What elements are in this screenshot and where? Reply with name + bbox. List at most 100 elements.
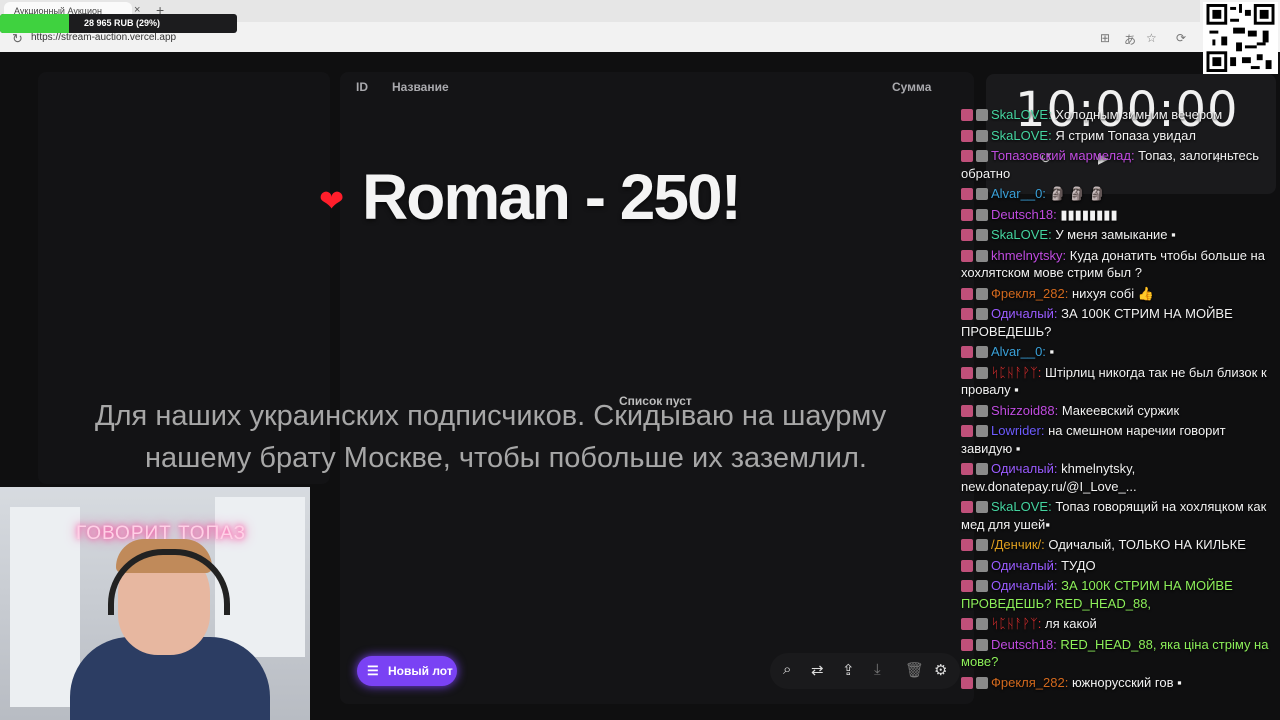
chat-badge-icon — [976, 539, 988, 551]
chat-username[interactable]: Фрекля_282: — [991, 286, 1072, 301]
chat-username[interactable]: ᛋᛈᚺᚨᚹᛉ: — [991, 365, 1045, 380]
chat-badge-icon — [961, 208, 973, 221]
chat-badge-icon — [961, 109, 973, 121]
chat-badge-icon — [961, 129, 973, 142]
chat-username[interactable]: Alvar__0: — [991, 186, 1050, 201]
chat-badge-icon — [976, 676, 988, 689]
chat-badge-icon — [976, 638, 988, 651]
chat-message: ᛋᛈᚺᚨᚹᛉ: Штірлиц никогда так не был близо… — [961, 364, 1273, 399]
chat-username[interactable]: Lowrider: — [991, 423, 1048, 438]
chat-text: ТУДО — [1061, 557, 1096, 573]
sync-icon[interactable]: ⟳ — [1176, 31, 1186, 45]
chat-text: южнорусский гов ▪ — [1071, 674, 1182, 690]
chat-badge-icon — [976, 559, 988, 572]
chat-message: ᛋᛈᚺᚨᚹᛉ: ля какой — [961, 615, 1273, 633]
chat-username[interactable]: SkaLOVE: — [991, 499, 1055, 514]
grid-icon[interactable]: ⊞ — [1100, 31, 1110, 45]
chat-username[interactable]: Одичалый: — [991, 578, 1061, 593]
column-header-sum[interactable]: Сумма — [892, 80, 931, 94]
column-header-id[interactable]: ID — [356, 80, 368, 94]
chat-username[interactable]: Одичалый: — [991, 558, 1061, 573]
chat-badge-icon — [961, 463, 973, 475]
chat-username[interactable]: /Денчик/: — [991, 537, 1048, 552]
chat-message: Lowrider: на смешном наречии говорит зав… — [961, 422, 1273, 457]
chat-username[interactable]: Deutsch18: — [991, 637, 1060, 652]
chat-badge-icon — [976, 366, 988, 379]
qr-code-graphic — [1206, 4, 1275, 72]
chat-badge-icon — [961, 501, 973, 513]
chat-username[interactable]: Одичалый: — [991, 306, 1061, 321]
chat-badge-icon — [976, 129, 988, 142]
url-field[interactable]: https://stream-auction.vercel.app — [31, 32, 176, 43]
chat-message: SkaLOVE: Я стрим Топаза увидал — [961, 127, 1273, 145]
chat-message: Топазовский мармелад: Топаз, залогиньтес… — [961, 147, 1273, 182]
donation-message-line-1: Для наших украинских подписчиков. Скидыв… — [95, 400, 887, 432]
chat-message: Одичалый: ТУДО — [961, 557, 1273, 575]
chat-message: Alvar__0: 🗿 🗿 🗿 — [961, 185, 1273, 203]
lots-toolbar: ⌕ ⇄ ⇪ ⤓ 🗑 ⚙ — [770, 653, 960, 689]
trash-icon[interactable]: 🗑 — [905, 661, 924, 679]
chat-badge-icon — [961, 580, 973, 592]
search-icon[interactable]: ⌕ — [783, 661, 791, 678]
bookshelf — [10, 507, 80, 707]
chat-badge-icon — [961, 308, 973, 320]
chat-text: ля какой — [1045, 616, 1097, 631]
chat-username[interactable]: khmelnytsky: — [991, 248, 1070, 263]
chat-username[interactable]: Deutsch18: — [991, 207, 1060, 222]
chat-badge-icon — [976, 308, 988, 320]
reload-icon[interactable]: ↻ — [12, 31, 23, 47]
chat-badge-icon — [976, 346, 988, 358]
chat-username[interactable]: Shizzoid88: — [991, 403, 1062, 418]
chat-username[interactable]: SkaLOVE: — [991, 128, 1055, 143]
chat-username[interactable]: SkaLOVE: — [991, 227, 1055, 242]
column-header-name[interactable]: Название — [392, 80, 449, 94]
donation-message-line-2: нашему брату Москве, чтобы побольше их з… — [145, 442, 867, 474]
settings-icon[interactable]: ⚙ — [934, 661, 947, 679]
new-lot-label: Новый лот — [388, 664, 453, 678]
chat-badge-icon — [976, 208, 988, 221]
chat-badge-icon — [961, 425, 973, 437]
chat-badge-icon — [976, 501, 988, 513]
chat-badge-icon — [961, 249, 973, 262]
chat-username[interactable]: ᛋᛈᚺᚨᚹᛉ: — [991, 616, 1045, 631]
chat-badge-icon — [961, 287, 973, 300]
bookshelf — [215, 497, 305, 657]
shuffle-icon[interactable]: ⇄ — [811, 661, 824, 679]
download-icon[interactable]: ⤓ — [874, 661, 881, 678]
chat-badge-icon — [961, 150, 973, 162]
chat-message: khmelnytsky: Куда донатить чтобы больше … — [961, 247, 1273, 282]
chat-message: Alvar__0: ▪ — [961, 343, 1273, 361]
new-lot-button[interactable]: ☰ Новый лот — [357, 656, 457, 686]
donation-goal-text: 28 965 RUB (29%) — [84, 18, 161, 28]
chat-username[interactable]: Alvar__0: — [991, 344, 1050, 359]
chat-badge-icon — [976, 404, 988, 417]
chat-text: Холодным зимним вечером — [1055, 107, 1223, 122]
donation-goal-bar: 28 965 RUB (29%) — [0, 14, 237, 33]
donation-goal-fill — [0, 14, 69, 33]
chat-username[interactable]: SkaLOVE: — [991, 107, 1055, 122]
chat-text: ▮▮▮▮▮▮▮▮ — [1060, 206, 1118, 222]
chat-badge-icon — [961, 638, 973, 651]
chat-message: Одичалый: ЗА 100К СТРИМ НА МОЙВЕ ПРОВЕДЕ… — [961, 305, 1273, 340]
chat-message: SkaLOVE: Холодным зимним вечером — [961, 106, 1273, 124]
upload-icon[interactable]: ⇪ — [842, 661, 855, 679]
chat-text: Я стрим Топаза увидал — [1055, 127, 1196, 143]
translate-icon[interactable]: あ — [1124, 31, 1136, 48]
chat-badge-icon — [961, 559, 973, 572]
chat-badge-icon — [961, 404, 973, 417]
star-icon[interactable]: ☆ — [1146, 31, 1157, 45]
chat-username[interactable]: Топазовский мармелад: — [991, 148, 1138, 163]
chat-badge-icon — [976, 425, 988, 437]
chat-message: /Денчик/: Одичалый, ТОЛЬКО НА КИЛЬКЕ — [961, 536, 1273, 554]
chat-badge-icon — [961, 618, 973, 630]
chat-text: Одичалый, ТОЛЬКО НА КИЛЬКЕ — [1048, 537, 1246, 552]
chat-message: Deutsch18: ▮▮▮▮▮▮▮▮ — [961, 206, 1273, 224]
chat-badge-icon — [976, 463, 988, 475]
chat-username[interactable]: Одичалый: — [991, 461, 1061, 476]
chat-text: ▪ — [1049, 344, 1055, 359]
chat-badge-icon — [976, 109, 988, 121]
chat-username[interactable]: Фрекля_282: — [991, 675, 1072, 690]
chat-badge-icon — [961, 188, 973, 200]
webcam-feed: ГОВОРИТ ТОПАЗ — [0, 487, 310, 720]
chat-message: SkaLOVE: У меня замыкание ▪ — [961, 226, 1273, 244]
